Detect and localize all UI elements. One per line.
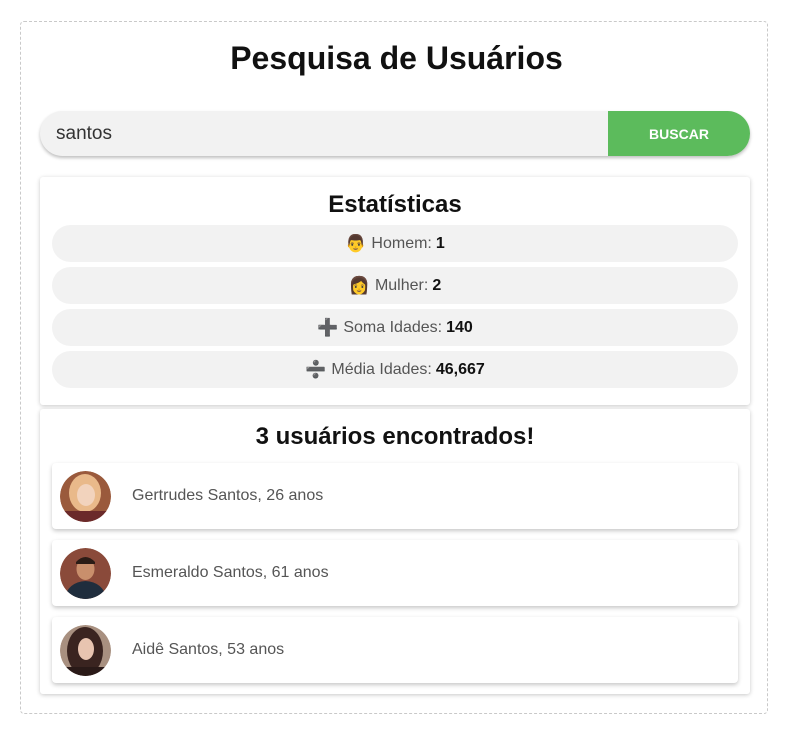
- man-icon: 👨: [345, 233, 367, 253]
- stat-value: 140: [446, 318, 473, 336]
- page-title: Pesquisa de Usuários: [230, 40, 563, 76]
- user-card: Gertrudes Santos, 26 anos: [52, 463, 738, 529]
- stat-male: 👨 Homem: 1: [52, 225, 738, 262]
- stat-label: Média Idades:: [331, 360, 432, 378]
- results-title: 3 usuários encontrados!: [255, 423, 535, 450]
- stats-title: Estatísticas: [328, 191, 462, 218]
- stat-label: Soma Idades:: [343, 318, 443, 336]
- user-name: Esmeraldo Santos, 61 anos: [132, 564, 329, 581]
- user-card: Aidê Santos, 53 anos: [52, 617, 738, 683]
- results-panel: 3 usuários encontrados! Gertrudes Santos…: [40, 409, 750, 694]
- stats-panel: Estatísticas 👨 Homem: 1 👩 Mulher: 2 ➕ So…: [40, 177, 750, 405]
- user-name: Gertrudes Santos, 26 anos: [132, 487, 324, 504]
- search-input[interactable]: [40, 111, 608, 156]
- user-name: Aidê Santos, 53 anos: [132, 641, 285, 658]
- stat-label: Mulher:: [374, 276, 429, 294]
- divide-icon: ➗: [305, 359, 327, 379]
- woman-icon: 👩: [348, 275, 370, 295]
- avatar: [60, 548, 111, 599]
- search-bar: BUSCAR: [40, 111, 750, 156]
- avatar: [60, 625, 111, 676]
- stat-value: 1: [435, 234, 445, 252]
- stat-female: 👩 Mulher: 2: [52, 267, 738, 304]
- stat-age-sum: ➕ Soma Idades: 140: [52, 309, 738, 346]
- stat-age-average: ➗ Média Idades: 46,667: [52, 351, 738, 388]
- stat-value: 46,667: [435, 360, 485, 378]
- search-button[interactable]: BUSCAR: [608, 111, 750, 156]
- avatar: [60, 471, 111, 522]
- user-card: Esmeraldo Santos, 61 anos: [52, 540, 738, 606]
- stat-value: 2: [432, 276, 442, 294]
- plus-icon: ➕: [317, 317, 339, 337]
- stat-label: Homem:: [371, 234, 432, 252]
